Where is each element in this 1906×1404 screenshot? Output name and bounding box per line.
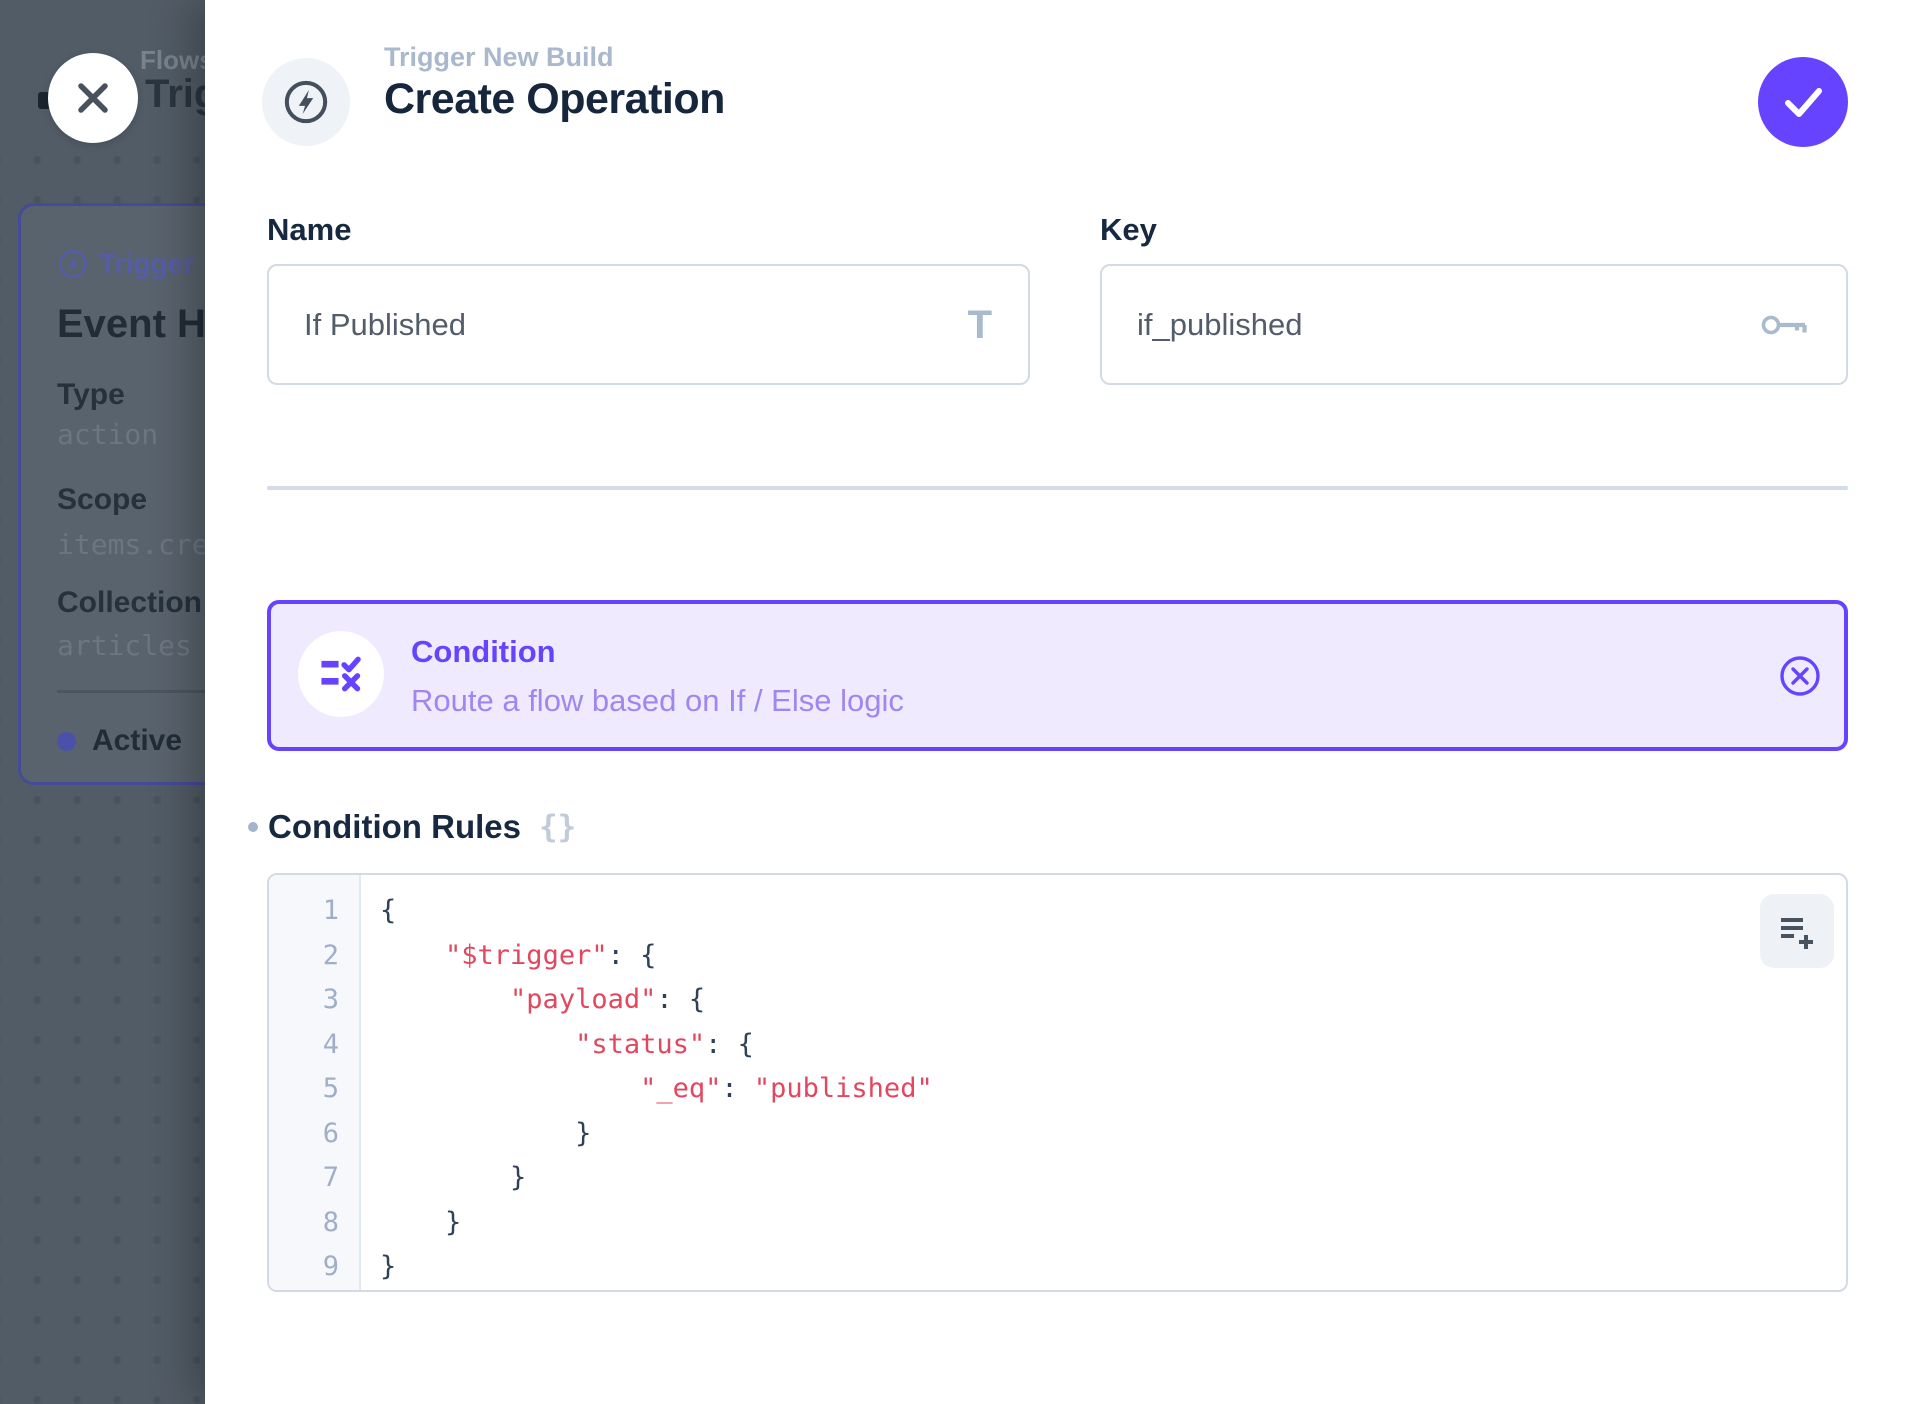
trigger-status: Active xyxy=(57,723,205,759)
trigger-card-divider xyxy=(57,690,205,693)
section-divider xyxy=(267,486,1848,490)
trigger-field-value: action xyxy=(57,418,158,451)
operation-type-avatar xyxy=(262,58,350,146)
code-line: 6 } xyxy=(269,1112,1846,1157)
trigger-card-badge-label: Trigger xyxy=(99,248,194,280)
line-number: 9 xyxy=(269,1245,351,1290)
line-content: { xyxy=(351,889,396,934)
raw-value-icon[interactable]: {} xyxy=(539,809,576,845)
line-number: 2 xyxy=(269,934,351,979)
line-number: 4 xyxy=(269,1023,351,1068)
drawer-subtitle: Trigger New Build xyxy=(384,40,725,74)
condition-title: Condition xyxy=(411,634,556,670)
line-number: 5 xyxy=(269,1067,351,1112)
title-icon: T xyxy=(968,305,992,345)
line-content: } xyxy=(351,1201,461,1246)
drawer-title: Create Operation xyxy=(384,74,725,124)
key-label: Key xyxy=(1100,212,1157,248)
name-label: Name xyxy=(267,212,351,248)
code-line: 8 } xyxy=(269,1201,1846,1246)
condition-subtitle: Route a flow based on If / Else logic xyxy=(411,683,904,719)
screen: Flows Trig Trigger Event Ho Type action … xyxy=(0,0,1906,1404)
key-field xyxy=(1100,264,1848,385)
line-number: 1 xyxy=(269,889,351,934)
page-overlay[interactable]: Flows Trig Trigger Event Ho Type action … xyxy=(0,0,205,1404)
code-line: 3 "payload": { xyxy=(269,978,1846,1023)
condition-icon-circle xyxy=(298,631,384,717)
code-line: 9} xyxy=(269,1245,1846,1290)
check-icon xyxy=(1758,57,1848,147)
line-content: } xyxy=(351,1245,396,1290)
remove-operation-button[interactable] xyxy=(1776,652,1824,700)
code-line: 5 "_eq": "published" xyxy=(269,1067,1846,1112)
required-dot xyxy=(248,822,258,832)
code-line: 4 "status": { xyxy=(269,1023,1846,1068)
trigger-card: Trigger Event Ho Type action Scope items… xyxy=(18,203,205,785)
line-content: "status": { xyxy=(351,1023,754,1068)
code-line: 2 "$trigger": { xyxy=(269,934,1846,979)
code-lines: 1{2 "$trigger": {3 "payload": {4 "status… xyxy=(269,889,1846,1290)
line-number: 8 xyxy=(269,1201,351,1246)
key-input[interactable] xyxy=(1102,307,1760,343)
close-drawer-button[interactable] xyxy=(48,53,138,143)
condition-operation-panel[interactable]: Condition Route a flow based on If / Els… xyxy=(267,600,1848,751)
name-field: T xyxy=(267,264,1030,385)
key-icon xyxy=(1760,309,1810,341)
line-content: "payload": { xyxy=(351,978,705,1023)
line-content: } xyxy=(351,1112,591,1157)
line-content: "$trigger": { xyxy=(351,934,656,979)
trigger-field-label: Scope xyxy=(57,483,147,517)
playlist-add-icon xyxy=(1776,909,1818,953)
trigger-field-label: Collection xyxy=(57,586,202,620)
cancel-circle-icon xyxy=(1776,652,1824,700)
drawer-header: Trigger New Build Create Operation xyxy=(384,40,725,124)
name-input[interactable] xyxy=(269,307,968,343)
condition-rules-label: Condition Rules xyxy=(268,808,521,846)
status-dot xyxy=(57,732,76,751)
page-title: Trig xyxy=(145,72,205,117)
create-operation-drawer: Trigger New Build Create Operation Name … xyxy=(205,0,1906,1404)
bolt-icon xyxy=(283,79,329,125)
line-content: "_eq": "published" xyxy=(351,1067,933,1112)
trigger-card-title: Event Ho xyxy=(57,302,205,347)
condition-rules-editor[interactable]: 1{2 "$trigger": {3 "payload": {4 "status… xyxy=(267,873,1848,1292)
bolt-circle-icon xyxy=(57,248,89,280)
rule-icon xyxy=(319,652,363,696)
code-line: 7 } xyxy=(269,1156,1846,1201)
status-label: Active xyxy=(92,724,182,758)
code-line: 1{ xyxy=(269,889,1846,934)
line-number: 7 xyxy=(269,1156,351,1201)
save-button[interactable] xyxy=(1758,57,1848,147)
line-number: 3 xyxy=(269,978,351,1023)
line-number: 6 xyxy=(269,1112,351,1157)
trigger-field-label: Type xyxy=(57,378,125,412)
trigger-field-value: items.cre xyxy=(57,528,205,561)
close-icon xyxy=(71,76,115,120)
editor-template-button[interactable] xyxy=(1760,894,1834,968)
condition-rules-header: Condition Rules {} xyxy=(248,808,576,846)
line-content: } xyxy=(351,1156,526,1201)
trigger-field-value: articles xyxy=(57,629,192,662)
trigger-card-badge: Trigger xyxy=(57,246,194,282)
